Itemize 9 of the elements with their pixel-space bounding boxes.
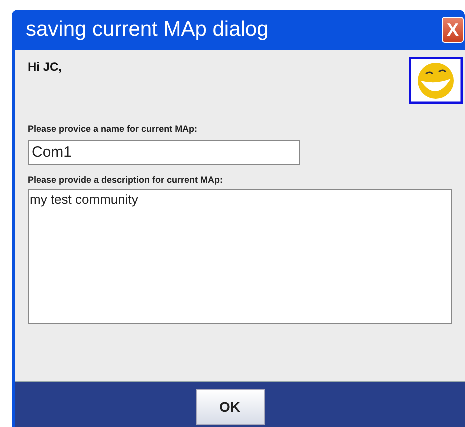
ok-button[interactable]: OK	[196, 389, 264, 425]
close-button[interactable]: X	[442, 17, 464, 43]
window-title: saving current MAp dialog	[26, 18, 269, 42]
name-label: Please provice a name for current MAp:	[28, 124, 199, 134]
smiley-icon	[409, 57, 463, 104]
description-field[interactable]: my test community	[28, 189, 452, 324]
greeting-text: Hi JC,	[28, 60, 64, 74]
name-field[interactable]: Com1	[28, 140, 300, 165]
description-label: Please provide a description for current MAp:	[28, 175, 224, 185]
